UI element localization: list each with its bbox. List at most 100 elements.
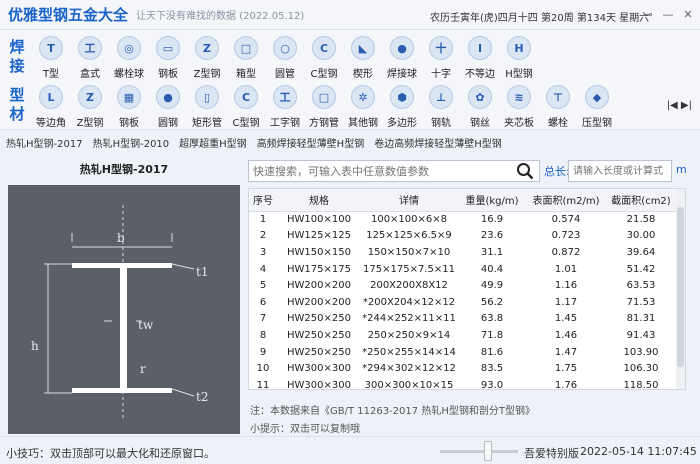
table-body: 1 HW100×100 100×100×6×8 16.9 0.574 21.58 2 HW12… [249, 211, 677, 390]
profile-icon: □ [234, 36, 258, 60]
profile-icon: Z [78, 85, 102, 109]
table-cell: 30.00 [626, 230, 656, 242]
subtab-4[interactable]: 卷边高频焊接轻型薄壁H型钢 [374, 135, 502, 150]
table-cell: 11 [256, 379, 270, 390]
profile-tool-2[interactable]: ▦ 钢板 [112, 83, 146, 131]
welded-tool-5[interactable]: □ 箱型 [229, 34, 263, 82]
table-cell: 83.5 [480, 363, 504, 375]
profile-icon: ⊥ [429, 85, 453, 109]
column-header[interactable]: 详情 [361, 189, 457, 212]
tool-label: 螺栓球 [114, 69, 144, 80]
column-header[interactable]: 序号 [249, 189, 277, 212]
table-row[interactable]: 5 HW200×200 200X200X8X12 49.9 1.16 63.53 [249, 277, 677, 294]
profile-tool-1[interactable]: Z Z型钢 [73, 83, 107, 131]
table-cell: 200X200X8X12 [370, 280, 448, 292]
lunar-date: 农历壬寅年(虎)四月十四 第20周 第134天 星期六 [430, 13, 650, 24]
profile-tool-9[interactable]: ⬢ 多边形 [385, 83, 419, 131]
search-input[interactable] [248, 160, 540, 182]
opacity-slider-knob[interactable] [484, 441, 492, 461]
profile-tool-13[interactable]: ⊤ 螺栓 [541, 83, 575, 131]
table-row[interactable]: 1 HW100×100 100×100×6×8 16.9 0.574 21.58 [249, 211, 677, 228]
profile-icon: ≋ [507, 85, 531, 109]
table-scrollbar[interactable] [676, 189, 685, 389]
welded-tool-4[interactable]: Z Z型钢 [190, 34, 224, 82]
profile-tool-3[interactable]: ● 圆钢 [151, 83, 185, 131]
search-row: 总长: m [248, 160, 694, 182]
table-cell: HW250×250 [287, 329, 351, 341]
profile-icon: ◆ [585, 85, 609, 109]
profile-tool-4[interactable]: ▯ 矩形管 [190, 83, 224, 131]
profile-icon: ▯ [195, 85, 219, 109]
profile-icon: Z [195, 36, 219, 60]
table-cell: 81.6 [480, 346, 504, 358]
column-header[interactable]: 截面积(cm2) [605, 189, 677, 212]
subtab-3[interactable]: 高频焊接轻型薄壁H型钢 [257, 135, 365, 150]
table-cell: 63.8 [480, 313, 504, 325]
table-cell: 103.90 [623, 346, 659, 358]
tool-label: 钢板 [158, 69, 178, 80]
table-cell: HW250×250 [287, 346, 351, 358]
column-header[interactable]: 表面积(m2/m) [527, 189, 605, 212]
profile-icon: 工 [78, 36, 102, 60]
table-cell: 5 [259, 280, 267, 292]
column-header[interactable]: 规格 [277, 189, 361, 212]
table-cell: 1.76 [554, 379, 578, 390]
profile-tool-6[interactable]: 工工字钢 [268, 83, 302, 131]
welded-tool-1[interactable]: 工盒式 [73, 34, 107, 82]
tool-label: 楔形 [353, 69, 373, 80]
h-beam-diagram: b h tw t1 t2 r [8, 185, 240, 434]
welded-tool-0[interactable]: T T型 [34, 34, 68, 82]
profile-tool-5[interactable]: C C型钢 [229, 83, 263, 131]
length-input[interactable] [568, 160, 672, 182]
close-icon[interactable]: ✕ [682, 6, 694, 22]
profile-tool-7[interactable]: □ 方钢管 [307, 83, 341, 131]
table-row[interactable]: 6 HW200×200 *200X204×12×12 56.2 1.17 71.53 [249, 294, 677, 311]
welded-tool-8[interactable]: ◣ 楔形 [346, 34, 380, 82]
profile-icon: ○ [273, 36, 297, 60]
subtab-0[interactable]: 热轧H型钢-2017 [6, 135, 83, 150]
subtab-2[interactable]: 超厚超重H型钢 [179, 135, 247, 150]
welded-tool-11[interactable]: I 不等边 [463, 34, 497, 82]
ribbon-scroll-arrows[interactable]: |◀ ▶| [667, 100, 692, 111]
table-row[interactable]: 10 HW300×300 *294×302×12×12 83.5 1.75 106.30 [249, 360, 677, 377]
welded-tool-10[interactable]: 十十字 [424, 34, 458, 82]
table-row[interactable]: 7 HW250×250 *244×252×11×11 63.8 1.45 81.31 [249, 311, 677, 328]
status-tip: 小技巧：双击顶部可以最大化和还原窗口。 [6, 447, 215, 460]
table-row[interactable]: 3 HW150×150 150×150×7×10 31.1 0.872 39.64 [249, 244, 677, 261]
opacity-slider-track[interactable] [440, 450, 518, 453]
dim-t2-label: t2 [196, 390, 208, 404]
profile-icon: ▦ [117, 85, 141, 109]
table-cell: 93.0 [480, 379, 504, 390]
welded-tool-9[interactable]: ● 焊接球 [385, 34, 419, 82]
table-cell: 106.30 [623, 363, 659, 375]
welded-tool-3[interactable]: ▭ 钢板 [151, 34, 185, 82]
tool-label: C型钢 [310, 69, 338, 80]
table-row[interactable]: 2 HW125×125 125×125×6.5×9 23.6 0.723 30.00 [249, 228, 677, 245]
search-icon[interactable] [516, 162, 534, 180]
table-cell: 56.2 [480, 296, 504, 308]
minimize-icon[interactable]: — [662, 6, 674, 22]
scroll-thumb[interactable] [677, 207, 684, 367]
welded-tool-7[interactable]: C C型钢 [307, 34, 341, 82]
column-header[interactable]: 重量(kg/m) [457, 189, 527, 212]
table-row[interactable]: 8 HW250×250 250×250×9×14 71.8 1.46 91.43 [249, 327, 677, 344]
profile-tool-12[interactable]: ≋ 夹芯板 [502, 83, 536, 131]
profile-icon: ● [390, 36, 414, 60]
welded-tool-12[interactable]: H H型钢 [502, 34, 536, 82]
table-row[interactable]: 4 HW175×175 175×175×7.5×11 40.4 1.01 51.42 [249, 261, 677, 278]
pin-icon[interactable]: ⊸ [642, 6, 654, 22]
welded-tool-6[interactable]: ○ 圆管 [268, 34, 302, 82]
table-row[interactable]: 11 HW300×300 300×300×10×15 93.0 1.76 118.50 [249, 377, 677, 390]
title-bar[interactable]: 优雅型钢五金大全 让天下没有难找的数据 (2022.05.12) 农历壬寅年(虎… [0, 0, 700, 30]
row-label-profile: 型材 [9, 86, 25, 123]
profile-tool-10[interactable]: ⊥ 钢轨 [424, 83, 458, 131]
profile-icon: ● [156, 85, 180, 109]
profile-tool-14[interactable]: ◆ 压型钢 [580, 83, 614, 131]
subtab-1[interactable]: 热轧H型钢-2010 [93, 135, 170, 150]
table-cell: 118.50 [623, 379, 659, 390]
welded-tool-2[interactable]: ◎ 螺栓球 [112, 34, 146, 82]
profile-tool-8[interactable]: ✲ 其他钢 [346, 83, 380, 131]
profile-tool-11[interactable]: ✿ 钢丝 [463, 83, 497, 131]
table-row[interactable]: 9 HW250×250 *250×255×14×14 81.6 1.47 103.90 [249, 344, 677, 361]
profile-tool-0[interactable]: L 等边角 [34, 83, 68, 131]
